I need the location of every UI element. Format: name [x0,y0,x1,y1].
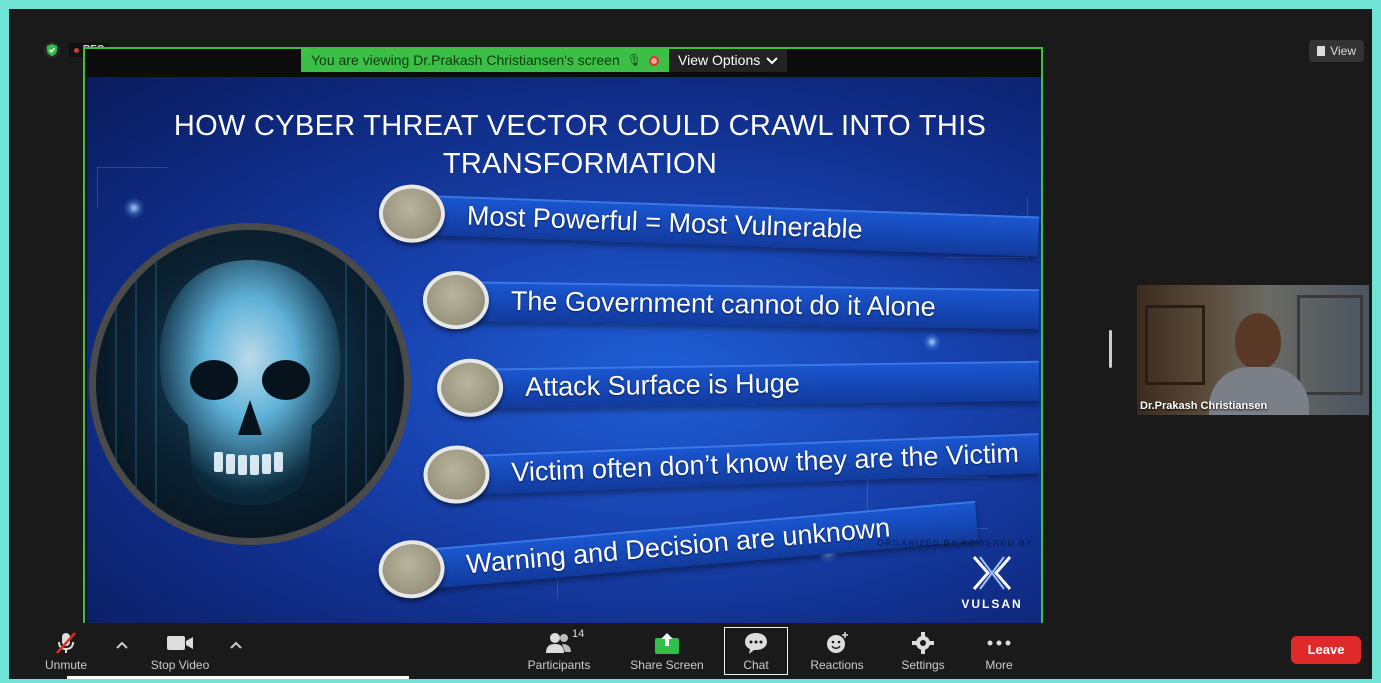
participant-head [1235,313,1281,369]
bullet-row: Most Powerful = Most Vulnerable [377,183,1040,257]
mic-muted-icon [56,632,76,654]
shield-icon[interactable] [44,42,60,58]
vulsan-logo: VULSAN [957,555,1027,611]
bullet-row: The Government cannot do it Alone [422,270,1040,330]
participants-button[interactable]: 14 Participants [521,623,597,679]
bookshelf [1145,305,1205,385]
participants-icon [546,633,571,653]
more-label: More [985,658,1013,672]
meeting-toolbar: Unmute Stop Video 14 Participants Share … [9,623,1372,679]
slide-title-line2: TRANSFORMATION [442,148,718,180]
stop-video-label: Stop Video [150,658,210,672]
bullet-disc [422,444,491,505]
chevron-down-icon [766,56,778,64]
bookshelf [1297,295,1363,395]
settings-button[interactable]: Settings [893,623,953,679]
slide-title: HOW CYBER THREAT VECTOR COULD CRAWL INTO… [127,107,1033,183]
taskbar-strip [67,676,409,679]
chat-label: Chat [743,658,769,672]
skull-image [89,223,411,545]
vulsan-logo-text: VULSAN [961,597,1023,611]
viewing-notice: You are viewing Dr.Prakash Christiansen'… [301,49,669,72]
reactions-label: Reactions [810,658,864,672]
participants-count: 14 [572,628,585,640]
chevron-up-icon[interactable] [230,641,242,649]
chat-icon [745,633,767,654]
mic-muted-icon: 🎙 [626,53,642,67]
view-icon [1317,46,1326,56]
chat-button[interactable]: Chat [724,627,788,675]
share-screen-button[interactable]: Share Screen [627,623,707,679]
settings-icon [912,632,934,654]
view-label: View [1330,44,1356,58]
presentation-slide: HOW CYBER THREAT VECTOR COULD CRAWL INTO… [87,77,1041,623]
chevron-up-icon[interactable] [116,641,128,649]
panel-resize-handle[interactable] [1109,330,1112,368]
view-button[interactable]: View [1309,40,1364,62]
viewing-text: You are viewing Dr.Prakash Christiansen'… [311,52,620,68]
bullet-row: Attack Surface is Huge [436,351,1040,418]
bullet-text: The Government cannot do it Alone [510,285,936,322]
stop-video-button[interactable]: Stop Video [147,623,213,679]
leave-button[interactable]: Leave [1291,636,1361,664]
settings-label: Settings [901,658,945,672]
stop-share-icon[interactable] [649,55,659,66]
unmute-label: Unmute [44,658,88,672]
unmute-button[interactable]: Unmute [39,623,93,679]
participant-video-tile[interactable]: Dr.Prakash Christiansen [1137,285,1369,415]
view-options-button[interactable]: View Options [669,49,788,72]
glow-dot [923,333,941,351]
skull-illustration [115,230,387,538]
share-banner: You are viewing Dr.Prakash Christiansen'… [301,49,788,72]
video-camera-icon [167,636,193,650]
share-screen-label: Share Screen [630,658,704,672]
meeting-window: REC View You are viewing Dr.Prakash Chri… [9,9,1372,679]
share-screen-icon [655,633,679,654]
participant-name: Dr.Prakash Christiansen [1140,400,1268,412]
more-button[interactable]: More [969,623,1029,679]
rec-dot-icon [74,47,79,53]
more-icon [987,640,1011,646]
bullet-text: Attack Surface is Huge [524,368,800,402]
glow-dot [123,197,145,219]
slide-title-line1: HOW CYBER THREAT VECTOR COULD CRAWL INTO… [173,110,987,142]
participants-label: Participants [527,658,591,672]
view-options-label: View Options [678,52,761,68]
bullet-text: Warning and Decision are unknown [465,512,892,580]
sponsor-labels: ORGANIZED BY POWERED BY [877,538,1033,548]
vulsan-x-icon [972,556,1012,590]
reactions-icon [827,632,848,653]
reactions-button[interactable]: Reactions [803,623,871,679]
